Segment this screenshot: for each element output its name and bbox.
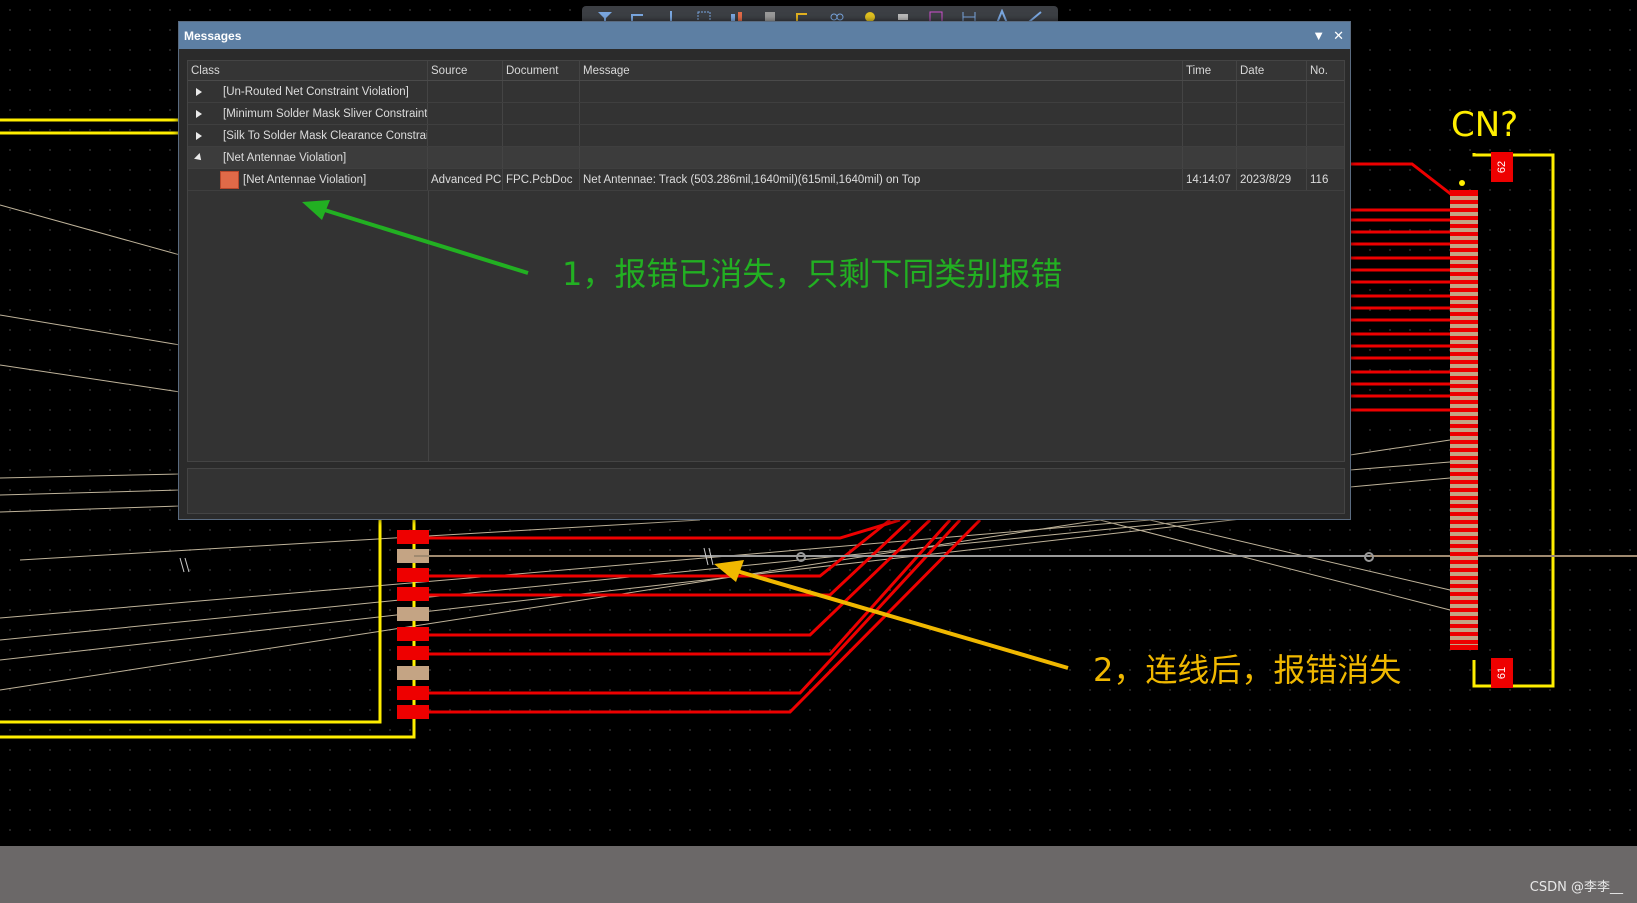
column-header-document[interactable]: Document: [503, 61, 580, 80]
column-header-no[interactable]: No.: [1307, 61, 1345, 80]
status-area: CSDN @李李__: [0, 846, 1637, 903]
message-number: 116: [1310, 173, 1329, 186]
column-header-date[interactable]: Date: [1237, 61, 1307, 80]
annotation-after-routing: 2，连线后，报错消失: [1093, 651, 1402, 689]
column-header-message[interactable]: Message: [580, 61, 1183, 80]
annotation-error-cleared: 1，报错已消失，只剩下同类别报错: [562, 255, 1063, 293]
column-header-class[interactable]: Class: [188, 61, 428, 80]
grid-empty-area: [188, 191, 1344, 461]
violation-icon: [220, 170, 239, 189]
group-row-unrouted[interactable]: [Un-Routed Net Constraint Violation]: [188, 81, 1344, 103]
expand-arrow-icon[interactable]: [192, 103, 206, 124]
collapse-arrow-icon[interactable]: [192, 147, 206, 168]
message-source: Advanced PCB: [428, 169, 503, 190]
expand-arrow-icon[interactable]: [192, 125, 206, 146]
message-date: 2023/8/29: [1237, 169, 1307, 190]
message-time: 14:14:07: [1183, 169, 1237, 190]
group-row-silk-to-solder-mask[interactable]: [Silk To Solder Mask Clearance Constrain…: [188, 125, 1344, 147]
message-detail-pane: [187, 468, 1345, 514]
designator-label: CN?: [1451, 105, 1519, 145]
message-class-cell: [Net Antennae Violation]: [188, 169, 428, 190]
message-document: FPC.PcbDoc: [503, 169, 580, 190]
column-header-time[interactable]: Time: [1183, 61, 1237, 80]
expand-arrow-icon[interactable]: [192, 81, 206, 102]
panel-menu-icon[interactable]: ▼: [1312, 29, 1325, 42]
grid-header: Class Source Document Message Time Date …: [188, 61, 1344, 81]
group-label: [Silk To Solder Mask Clearance Constrain…: [220, 125, 428, 146]
message-row[interactable]: [Net Antennae Violation] Advanced PCB FP…: [188, 169, 1344, 191]
pin-number-bottom: 61: [1491, 658, 1513, 688]
group-label: [Minimum Solder Mask Sliver Constraint: [220, 103, 428, 124]
group-label: [Un-Routed Net Constraint Violation]: [220, 81, 428, 102]
message-text: Net Antennae: Track (503.286mil,1640mil)…: [580, 169, 1183, 190]
watermark: CSDN @李李__: [1529, 880, 1623, 895]
panel-titlebar[interactable]: Messages ▼ ✕: [179, 22, 1350, 49]
column-header-source[interactable]: Source: [428, 61, 503, 80]
pin-number-top: 62: [1491, 152, 1513, 182]
group-label: [Net Antennae Violation]: [220, 147, 428, 168]
group-row-solder-mask-sliver[interactable]: [Minimum Solder Mask Sliver Constraint: [188, 103, 1344, 125]
group-row-net-antennae[interactable]: [Net Antennae Violation]: [188, 147, 1344, 169]
panel-title: Messages: [184, 28, 242, 43]
close-icon[interactable]: ✕: [1333, 29, 1344, 42]
